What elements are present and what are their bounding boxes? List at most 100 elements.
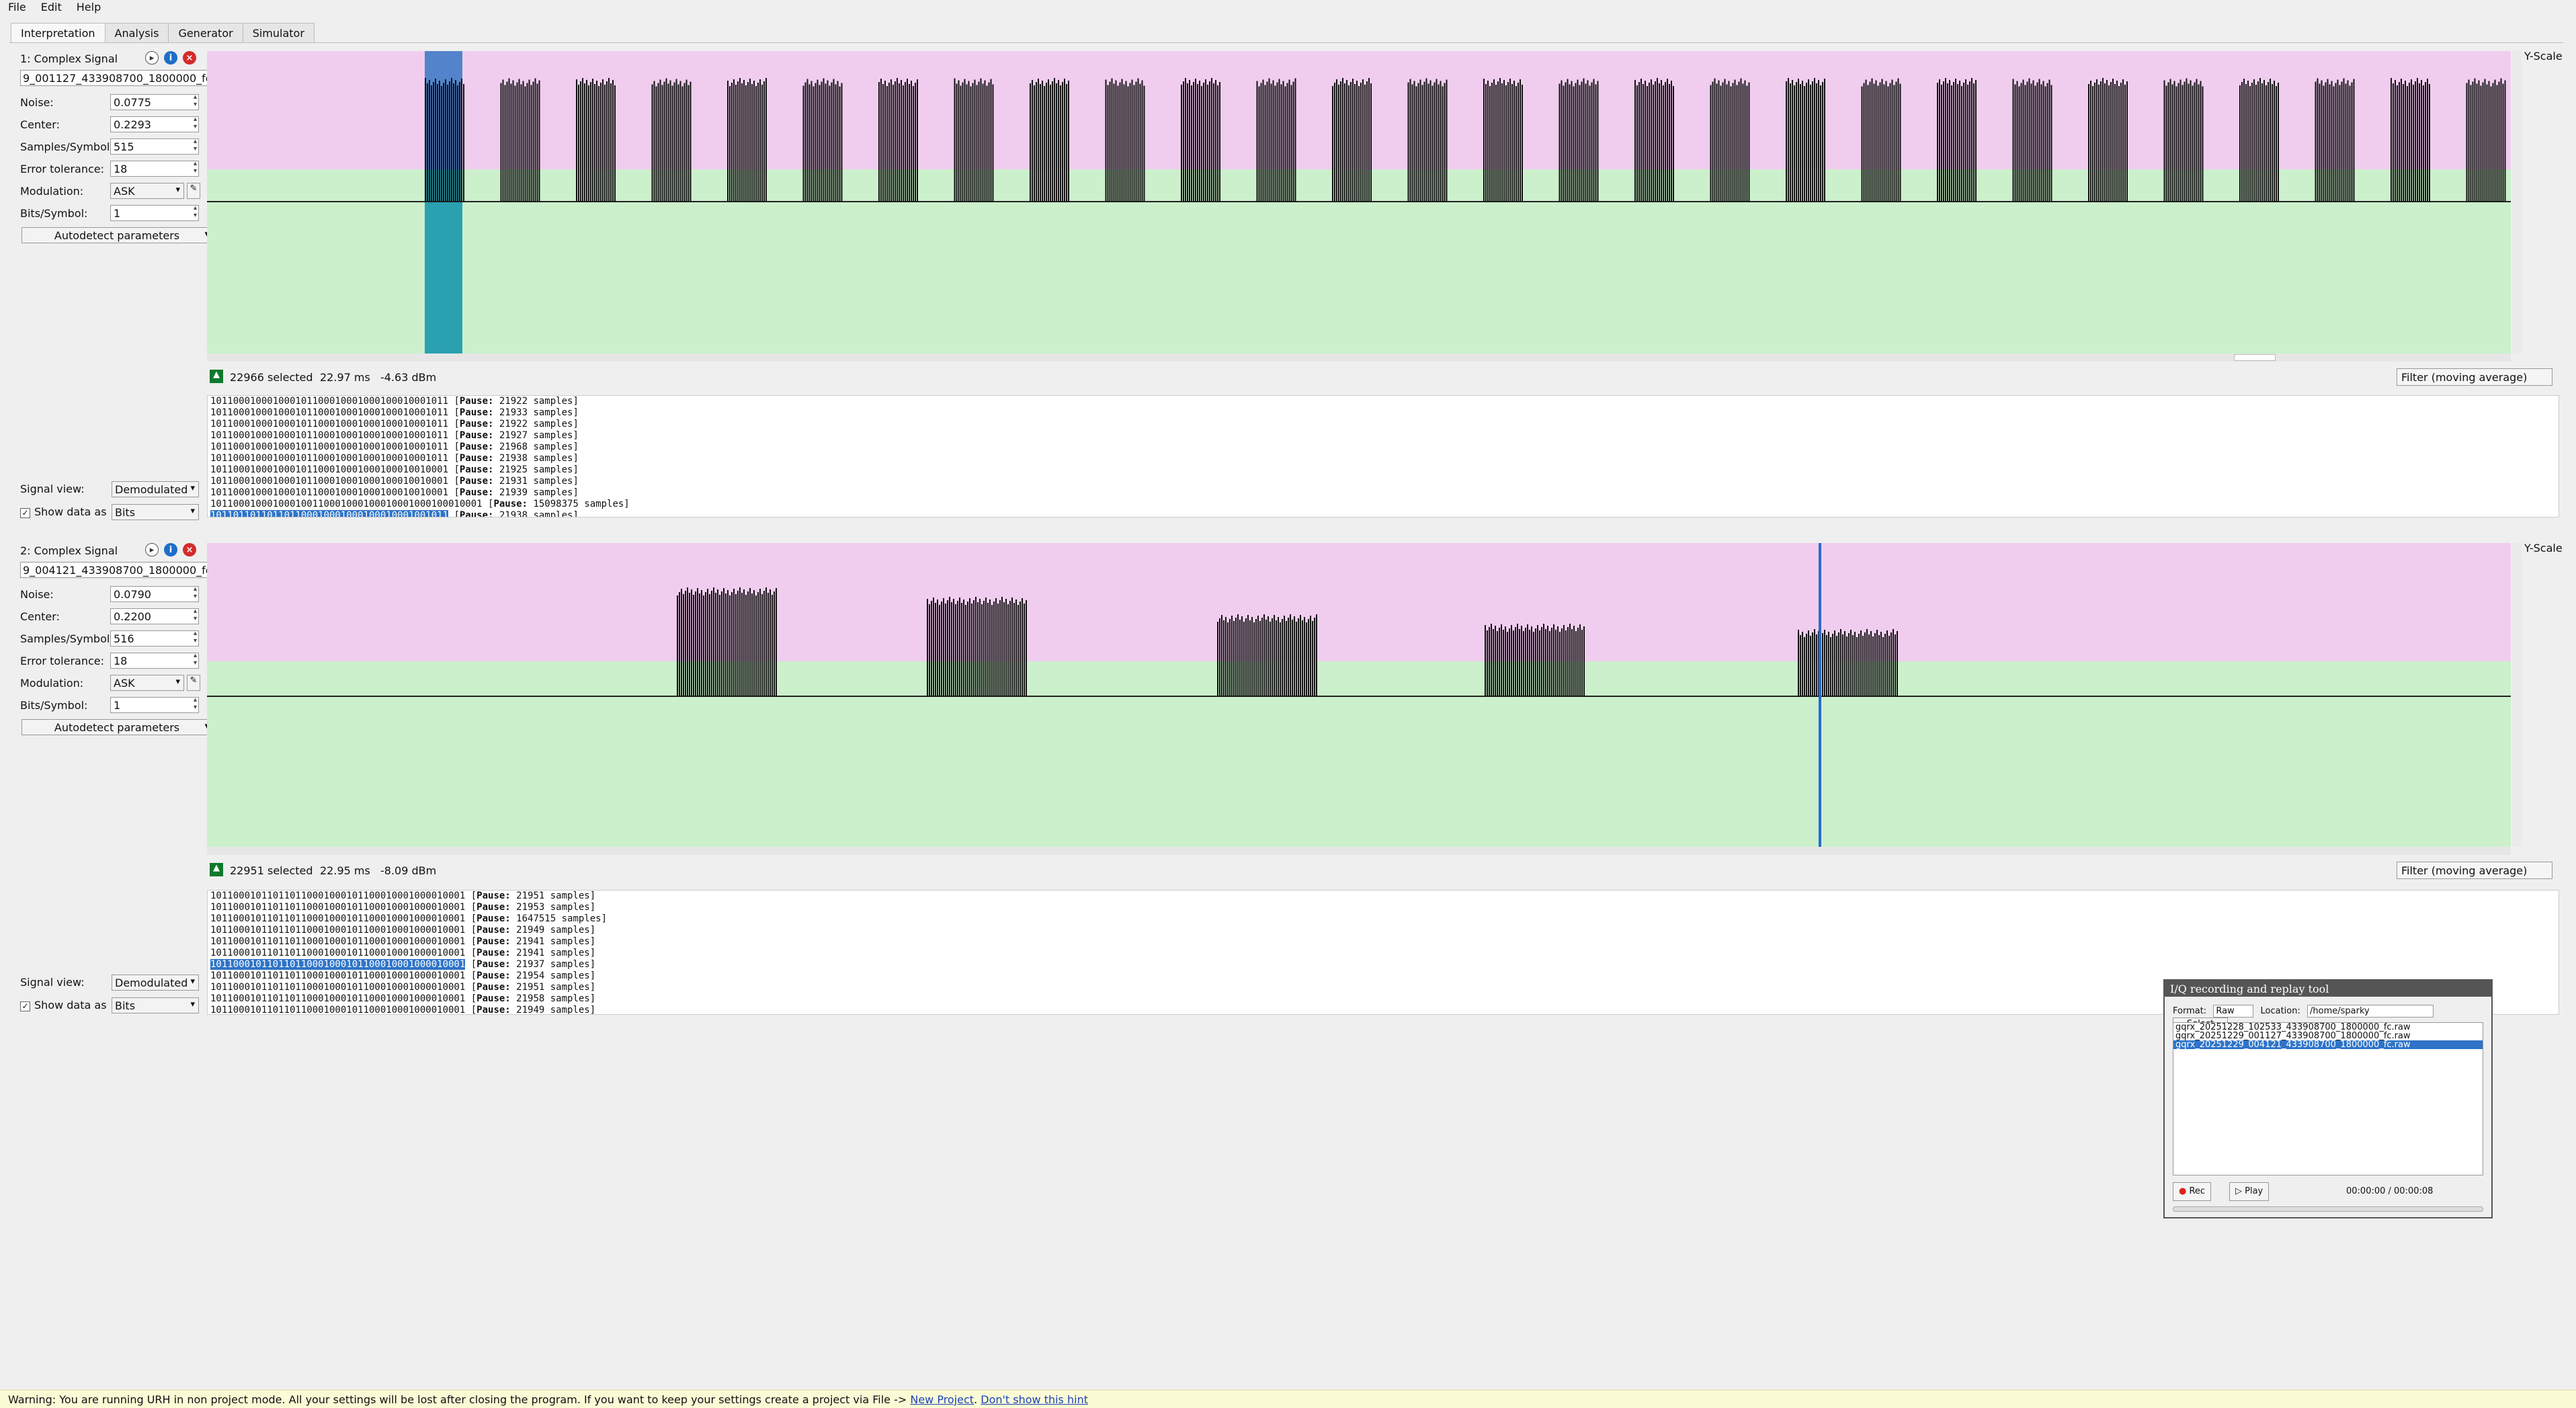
- center-spinbox[interactable]: 0.2200: [110, 608, 199, 624]
- signal-view-combo[interactable]: Demodulated: [112, 975, 199, 991]
- filter-button[interactable]: Filter (moving average): [2397, 862, 2552, 879]
- format-label: Format:: [2173, 1006, 2207, 1016]
- signal-band: [207, 661, 2511, 847]
- bit-line[interactable]: 1011000101101101100010001011000100010000…: [208, 948, 2559, 959]
- noise-label: Noise:: [20, 588, 54, 601]
- close-icon[interactable]: ×: [183, 51, 196, 65]
- tab-simulator[interactable]: Simulator: [242, 23, 315, 43]
- bit-line[interactable]: 1011000100010001001100010001000100010001…: [208, 499, 2559, 510]
- bit-line[interactable]: 1011000101101101100010001011000100010000…: [208, 913, 2559, 925]
- format-combo[interactable]: Raw: [2213, 1005, 2254, 1018]
- signal-1-statusbar: ▲ 22966 selected 22.97 ms -4.63 dBm Filt…: [207, 368, 2559, 387]
- bit-line[interactable]: 1011000101101101100010001011000100010000…: [208, 959, 2559, 970]
- samples-per-symbol-spinbox[interactable]: 515: [110, 138, 199, 155]
- wrench-icon[interactable]: ✎: [187, 675, 200, 691]
- play-button[interactable]: ▷ Play: [2229, 1182, 2270, 1201]
- bit-line[interactable]: 1011000100010001011000100010001000100100…: [208, 487, 2559, 499]
- play-icon[interactable]: ▸: [145, 51, 159, 65]
- tab-analysis[interactable]: Analysis: [104, 23, 169, 43]
- autodetect-button[interactable]: Autodetect parameters: [22, 227, 212, 243]
- filter-button[interactable]: Filter (moving average): [2397, 368, 2552, 386]
- up-arrow-icon[interactable]: ▲: [210, 863, 223, 876]
- iq-time: 00:00:00 / 00:00:08: [2346, 1186, 2434, 1196]
- bit-line[interactable]: 1011000101101101100010001011000100010000…: [208, 925, 2559, 936]
- signal-2-yscale-label: Y-Scale: [2524, 542, 2563, 554]
- signal-1-filename[interactable]: 9_001127_433908700_1800000_fc: [20, 70, 211, 86]
- wrench-icon[interactable]: ✎: [187, 183, 200, 199]
- close-icon[interactable]: ×: [183, 543, 196, 556]
- error-tolerance-row: Error tolerance: 18: [20, 652, 211, 669]
- show-data-combo[interactable]: Bits: [112, 504, 199, 520]
- hscroll-thumb[interactable]: [2234, 354, 2276, 361]
- signal-1-hscroll[interactable]: [207, 354, 2511, 362]
- menu-file[interactable]: File: [0, 0, 33, 15]
- bit-line[interactable]: 1011000100010001011000100010001000100100…: [208, 476, 2559, 487]
- signal-2-hscroll[interactable]: [207, 847, 2511, 855]
- samples-per-symbol-spinbox[interactable]: 516: [110, 630, 199, 647]
- signal-1-yscale-label: Y-Scale: [2524, 50, 2563, 63]
- menu-help[interactable]: Help: [69, 0, 108, 15]
- bits-per-symbol-spinbox[interactable]: 1: [110, 696, 199, 713]
- menu-edit[interactable]: Edit: [33, 0, 69, 15]
- iq-progress-slider[interactable]: [2173, 1206, 2483, 1212]
- show-data-checkbox[interactable]: ✓ Show data as: [20, 505, 107, 518]
- bit-line[interactable]: 1011000100010001011000100010001000100010…: [208, 407, 2559, 419]
- modulation-combo[interactable]: ASK: [110, 183, 184, 199]
- location-field[interactable]: /home/sparky: [2307, 1005, 2434, 1018]
- noise-band: [207, 543, 2511, 661]
- signal-2-plot[interactable]: [207, 543, 2511, 847]
- bit-line[interactable]: 1011000101101101100010001011000100010000…: [208, 936, 2559, 948]
- bit-line[interactable]: 1011011011011011000100010001000100010010…: [208, 510, 2559, 517]
- bits-per-symbol-spinbox[interactable]: 1: [110, 204, 199, 221]
- iq-file-list[interactable]: gqrx_20251228_102533_433908700_1800000_f…: [2173, 1022, 2483, 1175]
- noise-spinbox[interactable]: 0.0790: [110, 585, 199, 602]
- tab-generator[interactable]: Generator: [168, 23, 243, 43]
- bit-line[interactable]: 1011000100010001011000100010001000100010…: [208, 430, 2559, 442]
- bit-line[interactable]: 1011000100010001011000100010001000100010…: [208, 419, 2559, 430]
- signal-2-statusbar: ▲ 22951 selected 22.95 ms -8.09 dBm Filt…: [207, 862, 2559, 880]
- samples-per-symbol-row: Samples/Symbol: 516: [20, 630, 211, 647]
- bit-line[interactable]: 1011000101101101100010001011000100010000…: [208, 891, 2559, 902]
- show-data-checkbox[interactable]: ✓ Show data as: [20, 999, 107, 1011]
- center-spinbox[interactable]: 0.2293: [110, 116, 199, 132]
- file-item-selected[interactable]: gqrx_20251229_004121_433908700_1800000_f…: [2173, 1040, 2483, 1049]
- dont-show-hint-link[interactable]: Don't show this hint: [981, 1393, 1088, 1406]
- signal-1-plot[interactable]: [207, 51, 2511, 354]
- bit-line[interactable]: 1011000100010001011000100010001000100100…: [208, 464, 2559, 476]
- new-project-link[interactable]: New Project: [910, 1393, 974, 1406]
- error-tolerance-spinbox[interactable]: 18: [110, 652, 199, 669]
- signal-2-vscroll[interactable]: [2512, 543, 2522, 847]
- center-row: Center: 0.2200: [20, 608, 211, 624]
- info-icon[interactable]: i: [164, 543, 177, 556]
- signal-1-vscroll[interactable]: [2512, 51, 2522, 354]
- error-tolerance-label: Error tolerance:: [20, 655, 104, 667]
- bits-per-symbol-row: Bits/Symbol: 1: [20, 696, 211, 713]
- up-arrow-icon[interactable]: ▲: [210, 370, 223, 383]
- modulation-row: Modulation: ASK ✎: [20, 183, 211, 199]
- bits-per-symbol-label: Bits/Symbol:: [20, 699, 88, 712]
- play-icon[interactable]: ▸: [145, 543, 159, 556]
- iq-tool-title: I/Q recording and replay tool: [2165, 981, 2491, 997]
- bit-line[interactable]: 1011000100010001011000100010001000100010…: [208, 396, 2559, 407]
- autodetect-button[interactable]: Autodetect parameters: [22, 719, 212, 735]
- signal-view-combo[interactable]: Demodulated: [112, 481, 199, 497]
- bit-line[interactable]: 1011000101101101100010001011000100010000…: [208, 902, 2559, 913]
- info-icon[interactable]: i: [164, 51, 177, 65]
- samples-per-symbol-row: Samples/Symbol: 515: [20, 138, 211, 155]
- selected-count: 22951: [230, 864, 264, 877]
- bit-line[interactable]: 1011000100010001011000100010001000100010…: [208, 453, 2559, 464]
- error-tolerance-row: Error tolerance: 18: [20, 160, 211, 177]
- hint-bar: Warning: You are running URH in non proj…: [0, 1390, 2576, 1408]
- noise-spinbox[interactable]: 0.0775: [110, 93, 199, 110]
- play-icon: ▷: [2235, 1186, 2242, 1196]
- bits-per-symbol-label: Bits/Symbol:: [20, 207, 88, 220]
- rec-button[interactable]: ● Rec: [2173, 1182, 2212, 1201]
- modulation-combo[interactable]: ASK: [110, 675, 184, 691]
- signal-2-title: 2: Complex Signal: [20, 544, 118, 557]
- signal-1-bits-view[interactable]: 1011000100010001011000100010001000100010…: [207, 395, 2559, 517]
- show-data-combo[interactable]: Bits: [112, 997, 199, 1013]
- signal-2-filename[interactable]: 9_004121_433908700_1800000_fc: [20, 562, 211, 578]
- tab-interpretation[interactable]: Interpretation: [11, 23, 106, 43]
- bit-line[interactable]: 1011000100010001011000100010001000100010…: [208, 442, 2559, 453]
- error-tolerance-spinbox[interactable]: 18: [110, 160, 199, 177]
